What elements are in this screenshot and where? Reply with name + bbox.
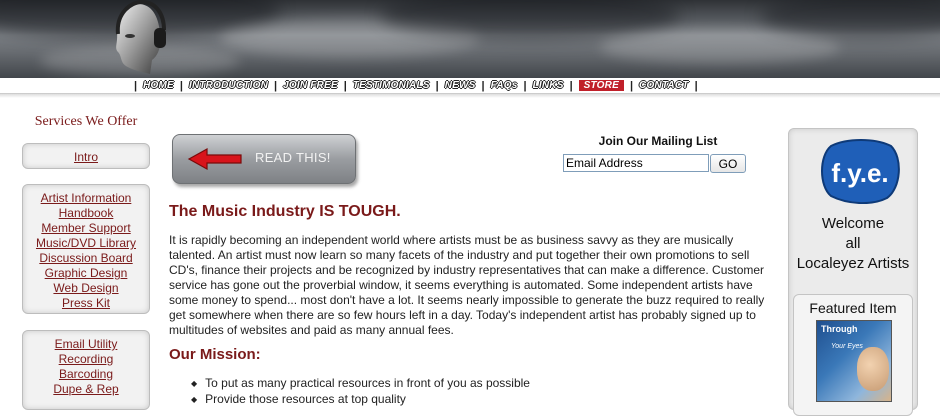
sidebar-link-web-design[interactable]: Web Design — [23, 281, 149, 296]
list-item: To put as many practical resources in fr… — [191, 376, 530, 392]
cloud-shape — [600, 30, 840, 64]
sidebar-link-intro[interactable]: Intro — [23, 150, 149, 165]
read-this-button[interactable]: READ THIS! — [172, 134, 356, 184]
nav-divider — [0, 94, 940, 98]
nav-contact[interactable]: CONTACT — [639, 80, 689, 91]
sidebar-title: Services We Offer — [34, 114, 138, 129]
sidebar-link-barcoding[interactable]: Barcoding — [23, 367, 149, 382]
welcome-line: all — [845, 235, 861, 252]
page-headline: The Music Industry IS TOUGH. — [169, 203, 401, 220]
nav-separator: | — [694, 79, 698, 92]
mission-list: To put as many practical resources in fr… — [191, 376, 530, 408]
nav-separator: | — [435, 79, 439, 92]
sidebar-link-email-utility[interactable]: Email Utility — [23, 337, 149, 352]
header-banner — [0, 0, 940, 78]
sidebar-link-recording[interactable]: Recording — [23, 352, 149, 367]
nav-separator: | — [569, 79, 573, 92]
nav-separator: | — [134, 79, 138, 92]
nav-separator: | — [523, 79, 527, 92]
nav-introduction[interactable]: INTRODUCTION — [189, 80, 268, 91]
sidebar-artist-box: Artist Information Handbook Member Suppo… — [22, 184, 150, 314]
album-face-image — [857, 347, 889, 391]
nav-separator: | — [343, 79, 347, 92]
album-subtitle: Your Eyes — [831, 343, 863, 350]
sidebar-link-artist-information[interactable]: Artist Information — [23, 191, 149, 206]
nav-store[interactable]: STORE — [578, 80, 624, 91]
mailing-list-title: Join Our Mailing List — [598, 134, 718, 148]
fye-logo-text: f.y.e. — [831, 158, 888, 188]
main-nav: | HOME | INTRODUCTION | JOIN FREE | TEST… — [0, 78, 940, 94]
nav-news[interactable]: NEWS — [445, 80, 476, 91]
welcome-line: Welcome — [821, 215, 885, 232]
intro-paragraph: It is rapidly becoming an independent wo… — [169, 233, 765, 337]
go-button[interactable]: GO — [710, 154, 746, 173]
sidebar-link-music-dvd-library[interactable]: Music/DVD Library — [23, 236, 149, 251]
sidebar-link-member-support[interactable]: Member Support — [23, 221, 149, 236]
welcome-line: Localeyez Artists — [796, 255, 910, 272]
sidebar-link-press-kit[interactable]: Press Kit — [23, 296, 149, 311]
nav-separator: | — [629, 79, 634, 92]
list-item: Provide those resources at top quality — [191, 392, 530, 408]
nav-links[interactable]: LINKS — [533, 80, 564, 91]
sidebar-link-graphic-design[interactable]: Graphic Design — [23, 266, 149, 281]
mission-heading: Our Mission: — [169, 346, 261, 363]
featured-album-cover[interactable]: Through Your Eyes — [816, 320, 892, 402]
featured-item-title: Featured Item — [809, 300, 897, 316]
red-arrow-left-icon — [187, 147, 242, 171]
fye-logo[interactable]: f.y.e. — [817, 138, 903, 204]
nav-separator: | — [179, 79, 183, 92]
headphone-head-logo[interactable] — [108, 0, 170, 76]
nav-home[interactable]: HOME — [143, 80, 174, 91]
nav-separator: | — [481, 79, 485, 92]
album-title: Through — [821, 324, 858, 334]
read-this-label: READ THIS! — [255, 150, 331, 165]
sidebar-link-handbook[interactable]: Handbook — [23, 206, 149, 221]
welcome-message: Welcome all Localeyez Artists — [788, 214, 918, 274]
nav-join-free[interactable]: JOIN FREE — [283, 80, 338, 91]
email-field[interactable] — [563, 154, 709, 172]
sidebar-link-discussion-board[interactable]: Discussion Board — [23, 251, 149, 266]
nav-separator: | — [274, 79, 278, 92]
sidebar-intro-box: Intro — [22, 143, 150, 169]
sidebar-link-dupe-rep[interactable]: Dupe & Rep — [23, 382, 149, 397]
nav-faqs[interactable]: FAQs — [491, 80, 518, 91]
sidebar-services-box: Email Utility Recording Barcoding Dupe &… — [22, 330, 150, 410]
nav-testimonials[interactable]: TESTIMONIALS — [353, 80, 430, 91]
